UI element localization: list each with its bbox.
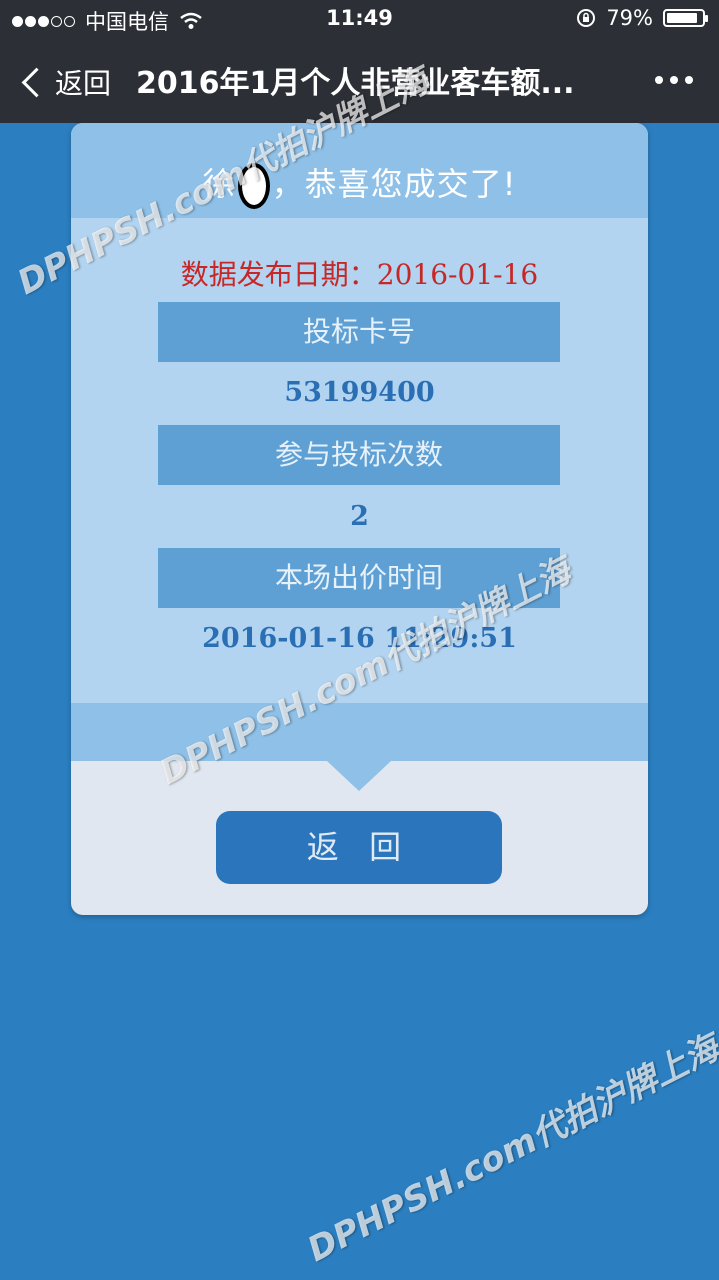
page-title: 2016年1月个人非营业客车额... — [136, 66, 575, 101]
back-button[interactable]: 返回 — [18, 62, 111, 102]
bid-time-label: 本场出价时间 — [158, 548, 560, 608]
status-bar: 中国电信 11:49 79% — [0, 0, 719, 40]
rotation-lock-icon — [577, 9, 596, 27]
chevron-left-icon — [21, 67, 52, 97]
more-dot — [685, 76, 693, 84]
bid-count-value: 2 — [350, 501, 369, 532]
battery-percent: 79% — [606, 6, 653, 30]
publish-date-value: 2016-01-16 — [376, 258, 539, 291]
more-dot — [670, 76, 678, 84]
result-card: 徐 ，恭喜您成交了! 数据发布日期：2016-01-16 投标卡号 5319940… — [71, 123, 648, 915]
more-options-icon[interactable] — [655, 76, 693, 84]
card-header: 徐 ，恭喜您成交了! — [71, 123, 648, 218]
publish-date: 数据发布日期：2016-01-16 — [71, 253, 648, 293]
more-dot — [655, 76, 663, 84]
card-divider-strip — [71, 703, 648, 761]
publish-date-label: 数据发布日期： — [180, 258, 377, 291]
greeting-suffix: ，恭喜您成交了! — [271, 165, 517, 203]
greeting-prefix: 徐 — [202, 165, 236, 203]
bid-count-label: 参与投标次数 — [158, 425, 560, 485]
battery-fill — [667, 13, 697, 23]
battery-icon — [663, 9, 708, 27]
bid-time-value: 2016-01-16 11:29:51 — [202, 623, 517, 654]
card-notch — [327, 761, 391, 791]
return-button[interactable]: 返 回 — [216, 811, 502, 884]
watermark: DPHPSH.com代拍沪牌上海 — [301, 1027, 719, 1271]
bid-card-value: 53199400 — [284, 377, 435, 408]
back-label: 返回 — [55, 67, 112, 100]
status-right: 79% — [576, 6, 708, 30]
top-bar: 中国电信 11:49 79% 返回 2016年1月个人非营业客车额... — [0, 0, 719, 123]
nav-bar: 返回 2016年1月个人非营业客车额... — [0, 40, 719, 123]
greeting: 徐 ，恭喜您成交了! — [71, 159, 648, 209]
bid-card-label: 投标卡号 — [158, 302, 560, 362]
redaction-mark — [237, 163, 270, 209]
